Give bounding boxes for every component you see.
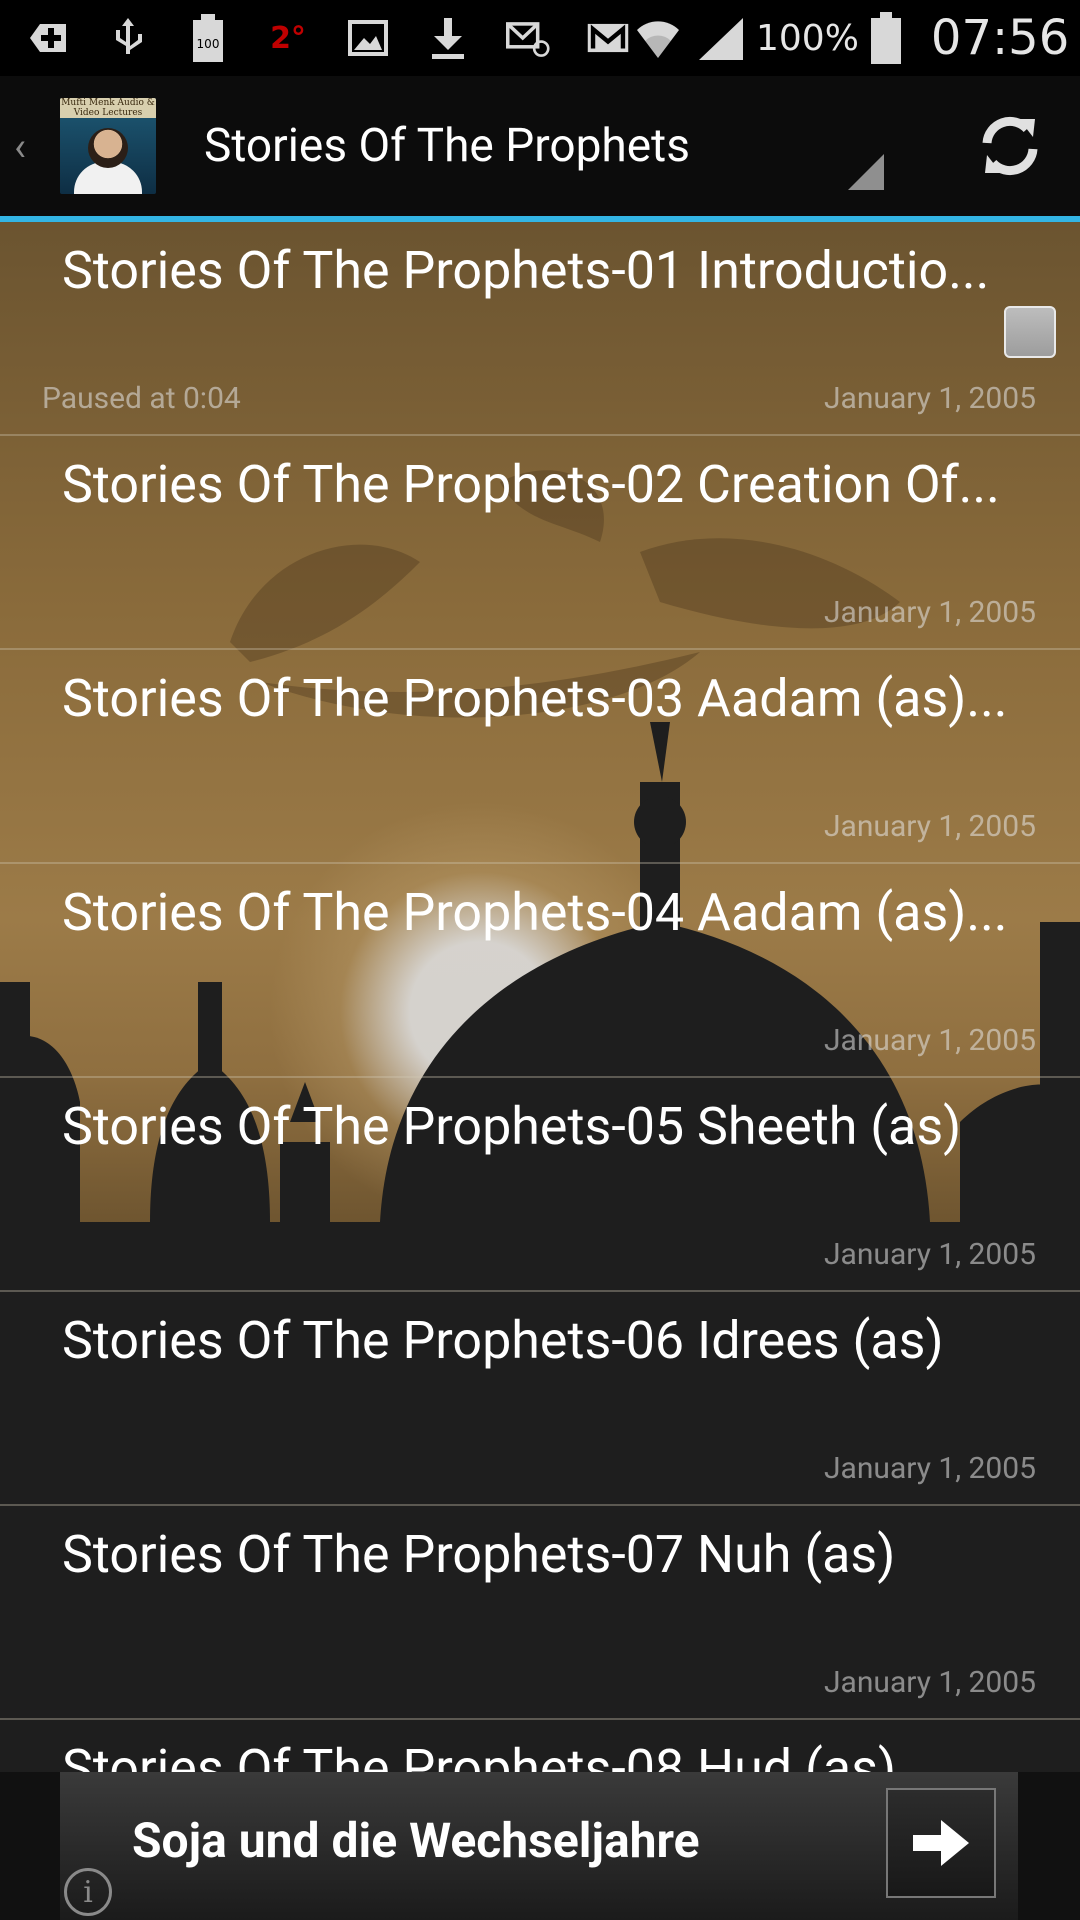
- wifi-icon: [630, 16, 686, 60]
- clock: 07:56: [930, 10, 1070, 66]
- app-icon-banner: Mufti Menk Audio & Video Lectures: [60, 98, 156, 118]
- temperature-label: 2°: [270, 20, 306, 56]
- episode-list-area[interactable]: Stories Of The Prophets-01 Introductio..…: [0, 222, 1080, 1772]
- episode-title: Stories Of The Prophets-04 Aadam (as)...: [62, 882, 1008, 943]
- episode-title: Stories Of The Prophets-01 Introductio..…: [62, 240, 990, 301]
- battery-notification-icon: 100: [186, 14, 230, 62]
- list-item[interactable]: Stories Of The Prophets-05 Sheeth (as) J…: [0, 1078, 1080, 1292]
- episode-title: Stories Of The Prophets-07 Nuh (as): [62, 1524, 896, 1585]
- status-bar: 100 2° 100% 07:56: [0, 0, 1080, 76]
- episode-title: Stories Of The Prophets-03 Aadam (as)...: [62, 668, 1008, 729]
- temperature-icon: 2°: [266, 16, 310, 60]
- list-item[interactable]: Stories Of The Prophets-07 Nuh (as) Janu…: [0, 1506, 1080, 1720]
- refresh-button[interactable]: [940, 76, 1080, 216]
- episode-date: January 1, 2005: [823, 1237, 1036, 1272]
- episode-title: Stories Of The Prophets-05 Sheeth (as): [62, 1096, 962, 1157]
- playback-status: Paused at 0:04: [42, 381, 241, 416]
- list-item[interactable]: Stories Of The Prophets-08 Hud (as): [0, 1720, 1080, 1772]
- action-bar: ‹ Mufti Menk Audio & Video Lectures Stor…: [0, 76, 1080, 222]
- gmail-icon: [586, 16, 630, 60]
- list-item[interactable]: Stories Of The Prophets-03 Aadam (as)...…: [0, 650, 1080, 864]
- episode-date: January 1, 2005: [823, 1023, 1036, 1058]
- episode-title: Stories Of The Prophets-08 Hud (as): [62, 1738, 897, 1772]
- episode-checkbox[interactable]: [1004, 306, 1056, 358]
- list-item[interactable]: Stories Of The Prophets-02 Creation Of..…: [0, 436, 1080, 650]
- battery-percent: 100%: [756, 17, 859, 59]
- usb-icon: [106, 16, 150, 60]
- list-item[interactable]: Stories Of The Prophets-04 Aadam (as)...…: [0, 864, 1080, 1078]
- episode-list: Stories Of The Prophets-01 Introductio..…: [0, 222, 1080, 1772]
- episode-date: January 1, 2005: [823, 381, 1036, 416]
- episode-date: January 1, 2005: [823, 1665, 1036, 1700]
- episode-date: January 1, 2005: [823, 595, 1036, 630]
- list-item[interactable]: Stories Of The Prophets-01 Introductio..…: [0, 222, 1080, 436]
- category-spinner[interactable]: Stories Of The Prophets: [204, 76, 884, 216]
- ad-info-icon[interactable]: i: [64, 1868, 112, 1916]
- episode-date: January 1, 2005: [823, 809, 1036, 844]
- app-icon[interactable]: Mufti Menk Audio & Video Lectures: [60, 98, 156, 194]
- battery-notif-label: 100: [197, 37, 220, 51]
- refresh-icon: [982, 116, 1038, 176]
- episode-date: January 1, 2005: [823, 1451, 1036, 1486]
- battery-icon: [869, 12, 903, 64]
- ad-text: Soja und die Wechseljahre: [132, 1812, 700, 1869]
- app-icon-face: [88, 128, 128, 168]
- episode-title: Stories Of The Prophets-06 Idrees (as): [62, 1310, 944, 1371]
- up-navigation-icon[interactable]: ‹: [0, 76, 40, 216]
- arrow-right-icon: [913, 1820, 969, 1866]
- episode-title: Stories Of The Prophets-02 Creation Of..…: [62, 454, 1000, 515]
- list-item[interactable]: Stories Of The Prophets-06 Idrees (as) J…: [0, 1292, 1080, 1506]
- gallery-icon: [346, 16, 390, 60]
- download-icon: [426, 16, 470, 60]
- email-icon: [506, 16, 550, 60]
- signal-icon: [696, 16, 746, 60]
- ad-banner[interactable]: Soja und die Wechseljahre i: [60, 1772, 1018, 1920]
- ad-banner-container: Soja und die Wechseljahre i: [0, 1772, 1080, 1920]
- add-notification-icon: [26, 16, 70, 60]
- page-title: Stories Of The Prophets: [204, 119, 690, 173]
- spinner-dropdown-icon: [848, 154, 884, 190]
- ad-arrow-button[interactable]: [886, 1788, 996, 1898]
